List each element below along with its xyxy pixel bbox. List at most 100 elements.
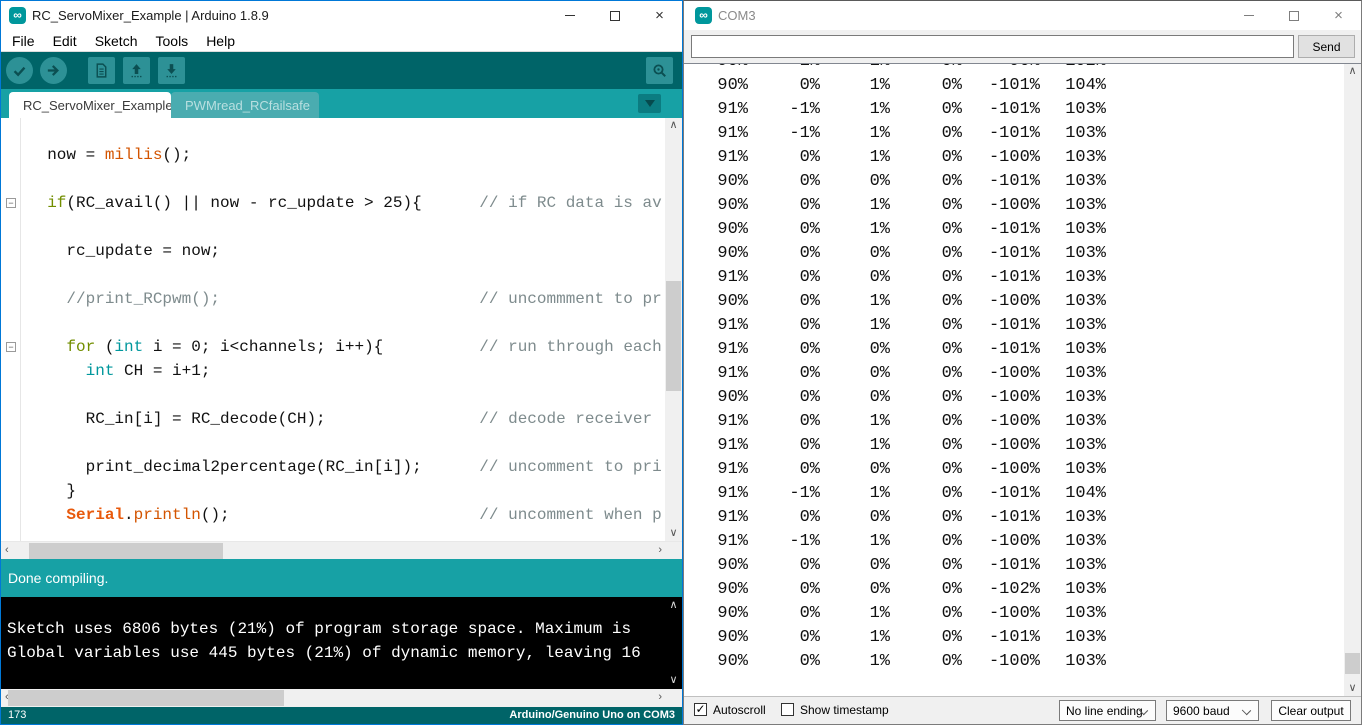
code-line: int CH = i+1; (28, 359, 665, 383)
editor-horizontal-scrollbar[interactable]: ‹ › (1, 541, 682, 559)
close-button[interactable]: × (637, 1, 682, 30)
editor-scrollbar-thumb[interactable] (666, 281, 681, 391)
scroll-down-icon[interactable]: ∨ (665, 528, 682, 539)
serial-data-row: 91%0%0%0%-100%103% (684, 458, 1344, 482)
serial-data-row: 90%1%1%0%-90%102% (684, 63, 1344, 74)
menu-item-file[interactable]: File (3, 33, 44, 49)
ide-window-title: RC_ServoMixer_Example | Arduino 1.8.9 (32, 8, 269, 23)
serial-data-row: 91%0%1%0%-100%103% (684, 146, 1344, 170)
serial-data-row: 90%0%0%0%-101%103% (684, 554, 1344, 578)
code-line: //print_RCpwm(); // uncommment to pr (28, 287, 665, 311)
code-fold-icon[interactable]: − (6, 198, 16, 208)
console-horizontal-scrollbar[interactable]: ‹ › (1, 689, 682, 707)
code-line: } (28, 479, 665, 503)
tab-pwmread-rcfailsafe[interactable]: PWMread_RCfailsafe (171, 92, 319, 118)
minimize-button[interactable] (547, 1, 592, 30)
send-button[interactable]: Send (1298, 35, 1355, 58)
line-ending-value: No line ending (1066, 704, 1143, 718)
serial-data-row: 90%0%0%0%-101%103% (684, 242, 1344, 266)
serial-data-row: 91%-1%1%0%-101%104% (684, 482, 1344, 506)
serial-data-row: 90%0%1%0%-100%103% (684, 194, 1344, 218)
build-console[interactable]: Sketch uses 6806 bytes (21%) of program … (1, 597, 682, 689)
send-row: Send (684, 30, 1361, 63)
code-line: print_decimal2percentage(RC_in[i]); // u… (28, 455, 665, 479)
scroll-right-icon[interactable]: › (658, 692, 662, 703)
scroll-down-icon[interactable]: ∨ (1344, 683, 1361, 694)
minimize-icon (565, 15, 575, 16)
status-message: Done compiling. (8, 570, 108, 586)
tab-label: PWMread_RCfailsafe (185, 98, 310, 113)
serial-data-row: 91%-1%1%0%-100%103% (684, 530, 1344, 554)
autoscroll-checkbox[interactable]: ✓ (694, 703, 707, 716)
fold-gutter: −− (1, 118, 21, 541)
check-icon (11, 62, 28, 79)
save-sketch-button[interactable] (158, 57, 185, 84)
new-sketch-button[interactable] (88, 57, 115, 84)
code-line: if(RC_avail() || now - rc_update > 25){ … (28, 191, 665, 215)
serial-data-row: 90%0%0%0%-102%103% (684, 578, 1344, 602)
code-text[interactable]: now = millis(); if(RC_avail() || now - r… (22, 118, 665, 541)
menu-item-tools[interactable]: Tools (147, 33, 198, 49)
clear-output-button[interactable]: Clear output (1271, 700, 1351, 721)
close-button[interactable]: × (1316, 1, 1361, 30)
serial-data-row: 90%0%1%0%-101%103% (684, 218, 1344, 242)
tab-list-dropdown-button[interactable] (638, 94, 661, 113)
maximize-button[interactable] (1271, 1, 1316, 30)
serial-monitor-button[interactable] (646, 57, 673, 84)
serial-monitor-title: COM3 (718, 8, 756, 23)
serial-input[interactable] (691, 35, 1294, 58)
code-line: RC_in[i] = RC_decode(CH); // decode rece… (28, 407, 665, 431)
board-port-status: Arduino/Genuino Uno on COM3 (509, 709, 675, 721)
serial-vertical-scrollbar[interactable]: ∧ ∨ (1344, 64, 1361, 696)
serial-data-row: 91%0%0%0%-101%103% (684, 266, 1344, 290)
serial-data-row: 90%0%1%0%-101%104% (684, 74, 1344, 98)
serial-data-row: 91%0%1%0%-100%103% (684, 434, 1344, 458)
line-ending-dropdown[interactable]: No line ending (1059, 700, 1156, 721)
serial-monitor-titlebar[interactable]: ∞ COM3 × (684, 1, 1361, 30)
serial-data-row: 90%0%1%0%-100%103% (684, 290, 1344, 314)
open-sketch-button[interactable] (123, 57, 150, 84)
serial-data-row: 90%0%1%0%-100%103% (684, 602, 1344, 626)
ide-titlebar[interactable]: ∞ RC_ServoMixer_Example | Arduino 1.8.9 … (1, 1, 682, 30)
editor-vertical-scrollbar[interactable]: ∧ ∨ (665, 118, 682, 541)
code-fold-icon[interactable]: − (6, 342, 16, 352)
code-line (28, 383, 665, 407)
maximize-button[interactable] (592, 1, 637, 30)
code-editor[interactable]: −− now = millis(); if(RC_avail() || now … (1, 118, 682, 541)
editor-hscrollbar-thumb[interactable] (29, 543, 223, 559)
code-line (28, 263, 665, 287)
arduino-logo-icon: ∞ (9, 7, 26, 24)
serial-data-row: 91%-1%1%0%-101%103% (684, 98, 1344, 122)
scroll-right-icon[interactable]: › (658, 545, 662, 556)
scroll-left-icon[interactable]: ‹ (5, 545, 9, 556)
serial-data-row: 91%0%0%0%-101%103% (684, 506, 1344, 530)
minimize-button[interactable] (1226, 1, 1271, 30)
code-line: Serial.println(); // uncomment when p (28, 503, 665, 527)
serial-monitor-window: ∞ COM3 × Send 90%1%1%0%-90%102%90%0%1%0%… (683, 0, 1362, 725)
code-line: for (int i = 0; i<channels; i++){ // run… (28, 335, 665, 359)
scroll-up-icon[interactable]: ∧ (665, 120, 682, 131)
code-line: now = millis(); (28, 143, 665, 167)
scroll-up-icon[interactable]: ∧ (665, 600, 682, 611)
console-hscrollbar-thumb[interactable] (8, 690, 284, 706)
show-timestamp-checkbox[interactable] (781, 703, 794, 716)
menu-item-sketch[interactable]: Sketch (86, 33, 147, 49)
menu-item-help[interactable]: Help (197, 33, 244, 49)
baud-rate-dropdown[interactable]: 9600 baud (1166, 700, 1259, 721)
serial-output-rows: 90%1%1%0%-90%102%90%0%1%0%-101%104%91%-1… (684, 63, 1344, 674)
desktop: ∞ RC_ServoMixer_Example | Arduino 1.8.9 … (0, 0, 1362, 725)
upload-button[interactable] (40, 57, 67, 84)
scroll-down-icon[interactable]: ∨ (665, 675, 682, 686)
show-timestamp-label: Show timestamp (800, 703, 889, 717)
menu-item-edit[interactable]: Edit (44, 33, 86, 49)
verify-button[interactable] (6, 57, 33, 84)
serial-output-area[interactable]: 90%1%1%0%-90%102%90%0%1%0%-101%104%91%-1… (684, 63, 1361, 696)
tab-bar: RC_ServoMixer_Example PWMread_RCfailsafe (1, 89, 682, 118)
code-line (28, 167, 665, 191)
console-vertical-scrollbar[interactable]: ∧ ∨ (665, 597, 682, 689)
tab-rc-servomixer-example[interactable]: RC_ServoMixer_Example (9, 92, 171, 118)
serial-scrollbar-thumb[interactable] (1345, 653, 1360, 674)
menu-bar: FileEditSketchToolsHelp (1, 30, 682, 52)
scroll-up-icon[interactable]: ∧ (1344, 66, 1361, 77)
ide-status-bar: Done compiling. (1, 559, 682, 597)
